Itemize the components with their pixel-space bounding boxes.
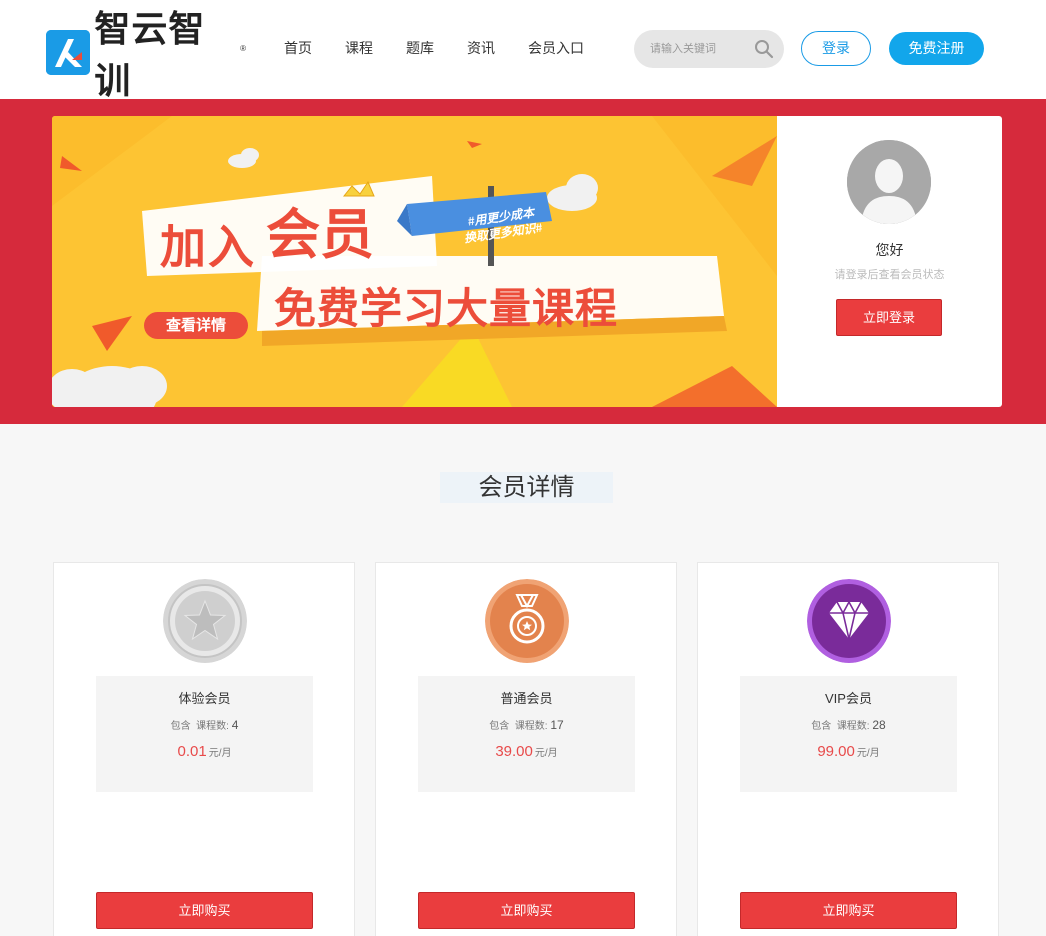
courses-label: 课程数:: [196, 721, 229, 732]
silver-star-icon: [163, 579, 247, 663]
price: 0.01 元/月: [96, 743, 313, 761]
price-value: 0.01: [177, 743, 207, 760]
user-panel: 您好 请登录后查看会员状态 立即登录: [777, 116, 1002, 407]
price-unit: 元/月: [208, 748, 232, 759]
courses-label: 课程数:: [836, 721, 870, 732]
price: 39.00 元/月: [418, 743, 635, 761]
nav-question-bank[interactable]: 题库: [406, 38, 434, 58]
buy-button[interactable]: 立即购买: [740, 892, 957, 929]
login-hint: 请登录后查看会员状态: [834, 269, 945, 281]
courses-value: 28: [872, 718, 886, 732]
courses-label: 课程数:: [514, 721, 548, 732]
registered-mark: ®: [240, 43, 246, 53]
courses-value: 17: [550, 718, 564, 732]
membership-card-vip: VIP会员 包含 课程数: 28 99.00 元/月 立即购买: [697, 562, 999, 936]
banner-title-member: 会员: [266, 203, 374, 266]
price: 99.00 元/月: [740, 743, 957, 761]
main-nav: 首页 课程 题库 资讯 会员入口: [284, 38, 617, 58]
logo-text: 智云智训: [94, 9, 206, 102]
buy-button[interactable]: 立即购买: [96, 892, 313, 929]
card-info: VIP会员 包含 课程数: 28 99.00 元/月: [740, 676, 957, 792]
hero-band: 加入 会员 免费学习大量课程 #用更少成本 换取更多知识# 查看详情 您好 请登…: [0, 99, 1046, 424]
search-input[interactable]: [650, 39, 755, 59]
login-button[interactable]: 登录: [801, 31, 871, 66]
register-button[interactable]: 免费注册: [889, 32, 984, 65]
membership-card-trial: 体验会员 包含 课程数: 4 0.01 元/月 立即购买: [53, 562, 355, 936]
nav-membership[interactable]: 会员入口: [528, 38, 584, 58]
site-header: 智云智训 ® 首页 课程 题库 资讯 会员入口 登录 免费注册: [0, 0, 1046, 102]
buy-button[interactable]: 立即购买: [418, 892, 635, 929]
site-logo[interactable]: 智云智训 ®: [46, 9, 246, 102]
course-count: 包含 课程数: 28: [740, 717, 957, 732]
membership-card-standard: 普通会员 包含 课程数: 17 39.00 元/月 立即购买: [375, 562, 677, 936]
course-count: 包含 课程数: 17: [418, 717, 635, 732]
section-title: 会员详情: [440, 472, 613, 503]
membership-name: 普通会员: [500, 691, 553, 706]
nav-home[interactable]: 首页: [284, 38, 312, 58]
logo-mark-icon: [46, 29, 91, 75]
price-value: 39.00: [495, 743, 533, 760]
membership-banner[interactable]: 加入 会员 免费学习大量课程 #用更少成本 换取更多知识# 查看详情: [52, 116, 777, 407]
greeting-text: 您好: [875, 242, 904, 258]
courses-value: 4: [231, 718, 239, 732]
nav-courses[interactable]: 课程: [345, 38, 373, 58]
login-now-button[interactable]: 立即登录: [836, 299, 942, 336]
diamond-icon: [807, 579, 891, 663]
bronze-medal-icon: [485, 579, 569, 663]
includes-label: 包含: [489, 721, 510, 732]
card-info: 普通会员 包含 课程数: 17 39.00 元/月: [418, 676, 635, 792]
price-unit: 元/月: [534, 748, 558, 759]
price-value: 99.00: [817, 743, 855, 760]
search-icon[interactable]: [754, 39, 774, 59]
membership-name: 体验会员: [178, 691, 231, 706]
card-info: 体验会员 包含 课程数: 4 0.01 元/月: [96, 676, 313, 792]
view-details-button[interactable]: 查看详情: [144, 312, 248, 339]
membership-name: VIP会员: [825, 691, 872, 706]
course-count: 包含 课程数: 4: [96, 717, 313, 732]
banner-subtitle: 免费学习大量课程: [274, 284, 619, 333]
price-unit: 元/月: [856, 748, 880, 759]
user-silhouette-icon: [847, 140, 931, 224]
banner-title-join: 加入: [160, 220, 256, 274]
includes-label: 包含: [170, 721, 191, 732]
search-box: [634, 30, 784, 68]
nav-news[interactable]: 资讯: [467, 38, 495, 58]
includes-label: 包含: [811, 721, 832, 732]
